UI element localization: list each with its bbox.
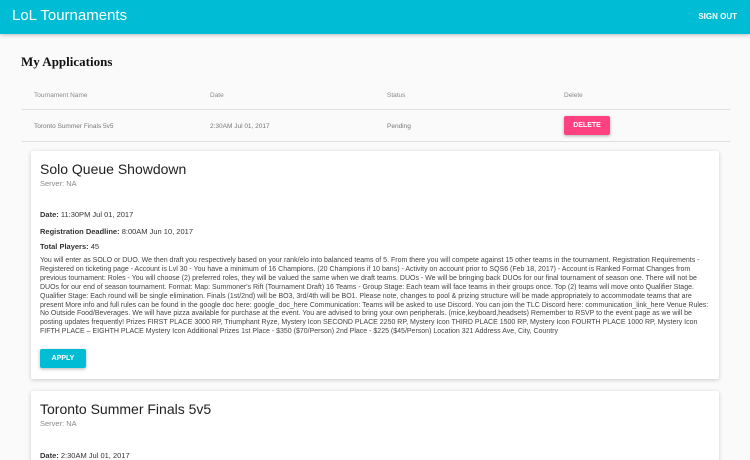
tournament-title: Toronto Summer Finals 5v5 bbox=[40, 401, 212, 417]
applications-table: Tournament Name Date Status Delete Toron… bbox=[22, 82, 730, 142]
delete-button[interactable]: DELETE bbox=[564, 116, 610, 135]
header-date: Date bbox=[210, 92, 224, 99]
sign-out-button[interactable]: SIGN OUT bbox=[698, 12, 737, 21]
tournament-date: Date: 2:30AM Jul 01, 2017 bbox=[40, 451, 130, 460]
tournament-card: Solo Queue Showdown Server: NA Date: 11:… bbox=[31, 151, 719, 379]
tournament-server: Server: NA bbox=[40, 419, 77, 428]
players-value: 45 bbox=[88, 242, 100, 251]
tournament-title: Solo Queue Showdown bbox=[40, 161, 187, 177]
date-label: Date: bbox=[40, 451, 59, 460]
total-players: Total Players: 45 bbox=[40, 242, 99, 251]
deadline-label: Registration Deadline: bbox=[40, 227, 120, 236]
apply-button[interactable]: APPLY bbox=[40, 349, 86, 368]
tournament-date: Date: 11:30PM Jul 01, 2017 bbox=[40, 210, 133, 219]
tournament-card: Toronto Summer Finals 5v5 Server: NA Dat… bbox=[31, 391, 719, 460]
header-tournament-name: Tournament Name bbox=[34, 92, 88, 99]
row-tournament-name: Toronto Summer Finals 5v5 bbox=[34, 123, 114, 130]
tournament-description: You will enter as SOLO or DUO. We then d… bbox=[40, 257, 709, 336]
tournament-server: Server: NA bbox=[40, 179, 77, 188]
page-title: My Applications bbox=[21, 54, 113, 69]
app-title[interactable]: LoL Tournaments bbox=[12, 7, 127, 24]
header-status: Status bbox=[387, 92, 406, 99]
date-label: Date: bbox=[40, 210, 59, 219]
header-delete: Delete bbox=[564, 92, 583, 99]
deadline-value: 8:00AM Jun 10, 2017 bbox=[119, 227, 193, 236]
table-header: Tournament Name Date Status Delete bbox=[22, 82, 730, 110]
date-value: 11:30PM Jul 01, 2017 bbox=[58, 210, 134, 219]
registration-deadline: Registration Deadline: 8:00AM Jun 10, 20… bbox=[40, 227, 193, 236]
row-status: Pending bbox=[387, 123, 411, 130]
table-row: Toronto Summer Finals 5v5 2:30AM Jul 01,… bbox=[22, 110, 730, 142]
app-bar: LoL Tournaments SIGN OUT bbox=[0, 0, 750, 34]
date-value: 2:30AM Jul 01, 2017 bbox=[58, 451, 130, 460]
players-label: Total Players: bbox=[40, 242, 89, 251]
row-date: 2:30AM Jul 01, 2017 bbox=[210, 123, 270, 130]
